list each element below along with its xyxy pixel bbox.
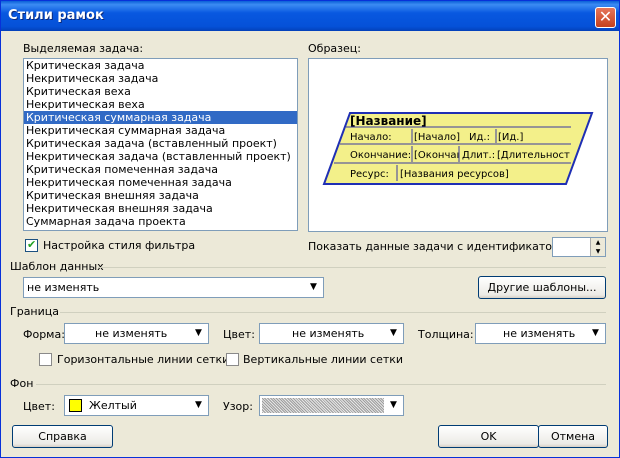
title-bar[interactable]: Стили рамок ✕: [1, 1, 619, 31]
group-divider: [60, 312, 606, 313]
show-data-label: Показать данные задачи с идентификатором…: [308, 240, 578, 253]
preview-box: [Название] Начало: [Начало] Ид.: [Ид.] О…: [322, 112, 594, 185]
shape-value: не изменять: [95, 327, 168, 340]
spin-up-icon[interactable]: ▲: [591, 238, 605, 247]
background-group-label: Фон: [10, 377, 34, 390]
pattern-select[interactable]: ▼: [259, 395, 404, 416]
task-list-item[interactable]: Критическая суммарная задача: [24, 111, 297, 124]
preview-id-value: [Ид.]: [498, 132, 523, 143]
preview-duration-value: [Длительност: [497, 150, 570, 161]
hgrid-label: Горизонтальные линии сетки: [57, 353, 230, 366]
width-label: Толщина:: [418, 328, 474, 341]
preview-start-label: Начало:: [350, 132, 392, 143]
filter-style-label: Настройка стиля фильтра: [43, 239, 196, 252]
task-list-item[interactable]: Некритическая задача (вставленный проект…: [24, 150, 297, 163]
dialog-window: Стили рамок ✕ Выделяемая задача: Критиче…: [0, 0, 620, 458]
group-divider: [98, 267, 606, 268]
data-template-group-label: Шаблон данных: [10, 260, 104, 273]
chevron-down-icon[interactable]: ▼: [587, 325, 604, 342]
pattern-swatch-icon: [262, 398, 384, 413]
chevron-down-icon[interactable]: ▼: [190, 397, 207, 414]
task-list-item[interactable]: Некритическая суммарная задача: [24, 124, 297, 137]
task-id-spinner[interactable]: ▲ ▼: [552, 237, 606, 257]
chevron-down-icon[interactable]: ▼: [190, 325, 207, 342]
preview-resource-value: [Названия ресурсов]: [400, 169, 509, 180]
chevron-down-icon[interactable]: ▼: [305, 279, 322, 296]
close-icon[interactable]: ✕: [595, 7, 616, 28]
task-list-item[interactable]: Некритическая внешняя задача: [24, 202, 297, 215]
task-list-item[interactable]: Критическая задача: [24, 59, 297, 72]
task-list-item[interactable]: Суммарная задача проекта: [24, 215, 297, 228]
task-list-item[interactable]: Некритическая веха: [24, 98, 297, 111]
preview-name: [Название]: [350, 114, 427, 128]
pattern-label: Узор:: [223, 400, 253, 413]
border-color-label: Цвет:: [223, 328, 255, 341]
preview-label: Образец:: [308, 42, 361, 55]
cancel-button[interactable]: Отмена: [538, 425, 608, 448]
width-select[interactable]: не изменять ▼: [475, 323, 606, 344]
task-list-item[interactable]: Критическая помеченная задача: [24, 163, 297, 176]
shape-select[interactable]: не изменять ▼: [64, 323, 209, 344]
bg-color-label: Цвет:: [23, 400, 55, 413]
group-divider: [36, 384, 606, 385]
border-color-value: не изменять: [292, 327, 365, 340]
task-list-item[interactable]: Некритическая помеченная задача: [24, 176, 297, 189]
window-title: Стили рамок: [8, 8, 104, 23]
task-list-item[interactable]: Критическая задача (вставленный проект): [24, 137, 297, 150]
preview-start-value: [Начало]: [414, 132, 460, 143]
task-list-item[interactable]: Критическая веха: [24, 85, 297, 98]
spin-down-icon[interactable]: ▼: [591, 247, 605, 256]
width-value: не изменять: [503, 327, 576, 340]
data-template-select[interactable]: не изменять ▼: [23, 277, 324, 298]
preview-finish-label: Окончание:: [350, 150, 411, 161]
hgrid-checkbox[interactable]: [39, 353, 52, 366]
task-list-item[interactable]: Некритическая задача: [24, 72, 297, 85]
vgrid-label: Вертикальные линии сетки: [243, 353, 404, 366]
task-listbox[interactable]: Критическая задача Некритическая задача Кр…: [23, 58, 298, 231]
preview-id-label: Ид.:: [469, 132, 490, 143]
task-list-label: Выделяемая задача:: [23, 42, 144, 55]
bg-color-select[interactable]: Желтый ▼: [64, 395, 209, 416]
task-list-item[interactable]: Критическая внешняя задача: [24, 189, 297, 202]
chevron-down-icon[interactable]: ▼: [385, 397, 402, 414]
more-templates-button[interactable]: Другие шаблоны...: [478, 276, 606, 299]
border-color-select[interactable]: не изменять ▼: [259, 323, 404, 344]
border-group-label: Граница: [10, 305, 60, 318]
preview-duration-label: Длит.:: [462, 150, 495, 161]
data-template-value: не изменять: [27, 281, 100, 294]
preview-resource-label: Ресурс:: [350, 169, 389, 180]
preview-panel: [Название] Начало: [Начало] Ид.: [Ид.] О…: [308, 58, 608, 232]
preview-finish-value: [Окончаı: [414, 150, 459, 161]
help-button[interactable]: Справка: [12, 425, 113, 448]
bg-color-value: Желтый: [89, 399, 137, 412]
chevron-down-icon[interactable]: ▼: [385, 325, 402, 342]
color-swatch-icon: [69, 399, 82, 412]
spinner-buttons[interactable]: ▲ ▼: [590, 238, 605, 256]
vgrid-checkbox[interactable]: [226, 353, 239, 366]
filter-style-checkbox[interactable]: [25, 238, 38, 252]
shape-label: Форма:: [23, 328, 65, 341]
ok-button[interactable]: OK: [438, 425, 539, 448]
